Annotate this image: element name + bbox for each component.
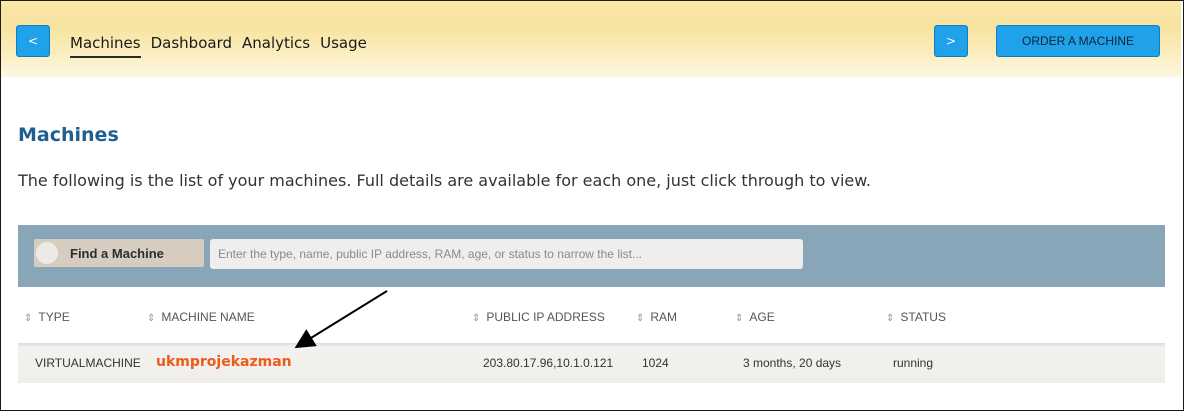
arrow-annotation: [294, 290, 388, 349]
